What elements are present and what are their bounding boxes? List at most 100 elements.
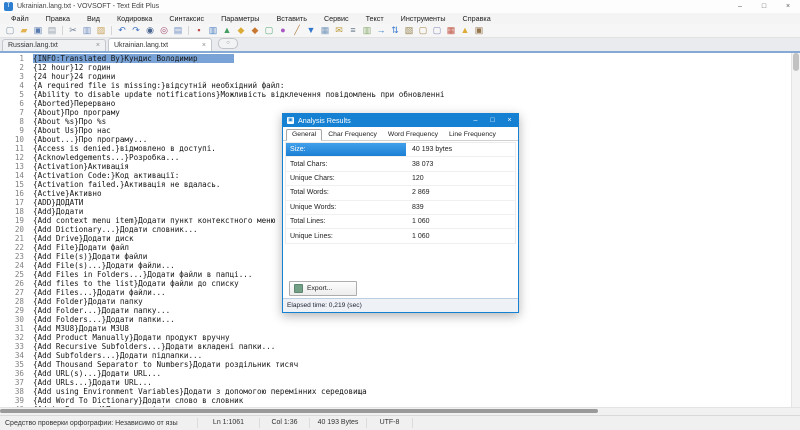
analysis-icon: ▣ xyxy=(287,117,294,124)
menu-item-2[interactable]: Правка xyxy=(39,13,77,24)
document-tab-1[interactable]: Russian.lang.txt × xyxy=(2,39,106,51)
numbered-list-icon[interactable]: ≡ xyxy=(347,25,359,36)
editor-line[interactable]: 3 {24 hour}24 години xyxy=(0,72,792,81)
format-painter-icon[interactable]: ▥ xyxy=(361,25,373,36)
editor-line[interactable]: 35 {Add Thousand Separator to Numbers}Дод… xyxy=(0,360,792,369)
case-icon[interactable]: ▲ xyxy=(459,25,471,36)
analysis-row[interactable]: Unique Lines: 1 060 xyxy=(286,229,515,244)
analysis-results-dialog: ▣ Analysis Results – □ × General Char Fre… xyxy=(282,113,519,313)
editor-line[interactable]: 32 {Add Product Manually}Додати продукт в… xyxy=(0,333,792,342)
insert-table-icon[interactable]: ▦ xyxy=(319,25,331,36)
color-picker-icon[interactable]: ● xyxy=(277,25,289,36)
sort-icon[interactable]: ⇅ xyxy=(389,25,401,36)
horizontal-scrollbar-thumb[interactable] xyxy=(0,409,598,413)
find-replace-icon[interactable]: ◎ xyxy=(158,25,170,36)
menu-item-10[interactable]: Инструменты xyxy=(394,13,453,24)
lock-icon[interactable]: ◆ xyxy=(235,25,247,36)
print-preview-icon[interactable]: ▤ xyxy=(172,25,184,36)
horizontal-scrollbar[interactable] xyxy=(0,407,800,415)
line-text: {Add using Environment Variables}Додати … xyxy=(33,387,367,396)
insert-image-icon[interactable]: ▲ xyxy=(221,25,233,36)
menu-item-11[interactable]: Справка xyxy=(456,13,498,24)
editor-line[interactable]: 39 {Add Word To Dictionary}Додати слово в… xyxy=(0,396,792,405)
line-number: 27 xyxy=(14,288,24,297)
dialog-tab-general[interactable]: General xyxy=(286,129,323,141)
editor-line[interactable]: 34 {Add Subfolders...}Додати підпапки... xyxy=(0,351,792,360)
paste-icon[interactable]: ▨ xyxy=(95,25,107,36)
dialog-tab-line-frequency[interactable]: Line Frequency xyxy=(444,130,501,140)
calendar-icon[interactable]: ▦ xyxy=(445,25,457,36)
editor-line[interactable]: 37 {Add URLs...}Додати URL... xyxy=(0,378,792,387)
line-indicator: Ln 1:1061 xyxy=(197,418,259,428)
filter-icon[interactable]: ▼ xyxy=(305,25,317,36)
rename-icon[interactable]: ▢ xyxy=(417,25,429,36)
editor-line[interactable]: 1 {INFO:Translated By}Кундис Володимир xyxy=(0,54,792,63)
exit-icon[interactable]: ▣ xyxy=(473,25,485,36)
menu-item-8[interactable]: Сервис xyxy=(317,13,356,24)
editor-line[interactable]: 31 {Add M3U8}Додати M3U8 xyxy=(0,324,792,333)
line-number: 38 xyxy=(14,387,24,396)
export-button[interactable]: Export... xyxy=(289,281,357,296)
editor-line[interactable]: 6 {Aborted}Перервано xyxy=(0,99,792,108)
line-number: 34 xyxy=(14,351,24,360)
dialog-tab-char-frequency[interactable]: Char Frequency xyxy=(323,130,382,140)
unlock-icon[interactable]: ◆ xyxy=(249,25,261,36)
modify-icon[interactable]: ▢ xyxy=(431,25,443,36)
analysis-row[interactable]: Total Words: 2 869 xyxy=(286,186,515,201)
menu-item-4[interactable]: Кодировка xyxy=(110,13,159,24)
menu-item-6[interactable]: Параметры xyxy=(214,13,266,24)
menu-item-9[interactable]: Текст xyxy=(359,13,391,24)
clipboard-history-icon[interactable]: ▧ xyxy=(403,25,415,36)
editor-line[interactable]: 2 {12 hour}12 годин xyxy=(0,63,792,72)
analysis-row[interactable]: Unique Words: 839 xyxy=(286,201,515,215)
analysis-row[interactable]: Size: 40 193 bytes xyxy=(286,143,515,158)
dialog-tab-word-frequency[interactable]: Word Frequency xyxy=(383,130,443,140)
redo-icon[interactable]: ↷ xyxy=(130,25,142,36)
save-icon[interactable]: ▣ xyxy=(32,25,44,36)
analysis-row[interactable]: Total Lines: 1 060 xyxy=(286,215,515,230)
menu-item-1[interactable]: Файл xyxy=(4,13,36,24)
analysis-row-label: Total Words: xyxy=(290,189,329,197)
editor-line[interactable]: 38 {Add using Environment Variables}Додат… xyxy=(0,387,792,396)
tab-close-icon[interactable]: × xyxy=(202,42,206,49)
print-icon[interactable]: ▤ xyxy=(46,25,58,36)
line-text: {ADD}ДОДАТИ xyxy=(33,198,84,207)
go-to-icon[interactable]: → xyxy=(375,25,387,36)
script-file-icon[interactable]: ▢ xyxy=(263,25,275,36)
analysis-row[interactable]: Total Chars: 38 073 xyxy=(286,157,515,172)
dialog-close-button[interactable]: × xyxy=(501,114,518,127)
copy-icon[interactable]: ▥ xyxy=(81,25,93,36)
document-tab-2[interactable]: Ukrainian.lang.txt × xyxy=(108,38,212,51)
vertical-scrollbar[interactable] xyxy=(791,53,800,407)
menu-item-5[interactable]: Синтаксис xyxy=(162,13,211,24)
zoom-icon[interactable]: ◉ xyxy=(144,25,156,36)
new-file-icon[interactable]: ▢ xyxy=(4,25,16,36)
line-number: 39 xyxy=(14,396,24,405)
editor-line[interactable]: 4 {A required file is missing:}відсутній … xyxy=(0,81,792,90)
tab-close-icon[interactable]: × xyxy=(96,42,100,49)
menu-item-7[interactable]: Вставить xyxy=(269,13,313,24)
menu-item-3[interactable]: Вид xyxy=(80,13,107,24)
bookmark-icon[interactable]: ▪ xyxy=(193,25,205,36)
close-button[interactable]: × xyxy=(776,0,800,13)
minimize-button[interactable]: – xyxy=(728,0,752,13)
open-folder-icon[interactable]: ▰ xyxy=(18,25,30,36)
pencil-icon[interactable]: ╱ xyxy=(291,25,303,36)
analysis-row-label: Total Chars: xyxy=(290,160,328,168)
printer-color-icon[interactable]: ▥ xyxy=(207,25,219,36)
editor-line[interactable]: 33 {Add Recursive Subfolders...}Додати вк… xyxy=(0,342,792,351)
undo-icon[interactable]: ↶ xyxy=(116,25,128,36)
tab-search-button[interactable]: ○ xyxy=(218,38,238,49)
vertical-scrollbar-thumb[interactable] xyxy=(793,53,799,71)
send-email-icon[interactable]: ✉ xyxy=(333,25,345,36)
editor-line[interactable]: 5 {Ability to disable update notification… xyxy=(0,90,792,99)
dialog-maximize-button[interactable]: □ xyxy=(484,114,501,127)
analysis-row[interactable]: Unique Chars: 120 xyxy=(286,172,515,187)
dialog-minimize-button[interactable]: – xyxy=(467,114,484,127)
cut-icon[interactable]: ✂ xyxy=(67,25,79,36)
editor-line[interactable]: 30 {Add Folders...}Додати папки... xyxy=(0,315,792,324)
editor-line[interactable]: 36 {Add URL(s)...}Додати URL... xyxy=(0,369,792,378)
maximize-button[interactable]: □ xyxy=(752,0,776,13)
menu-bar: Файл Правка Вид Кодировка Синтаксис Параметры… xyxy=(0,13,800,24)
line-number: 6 xyxy=(19,99,24,108)
